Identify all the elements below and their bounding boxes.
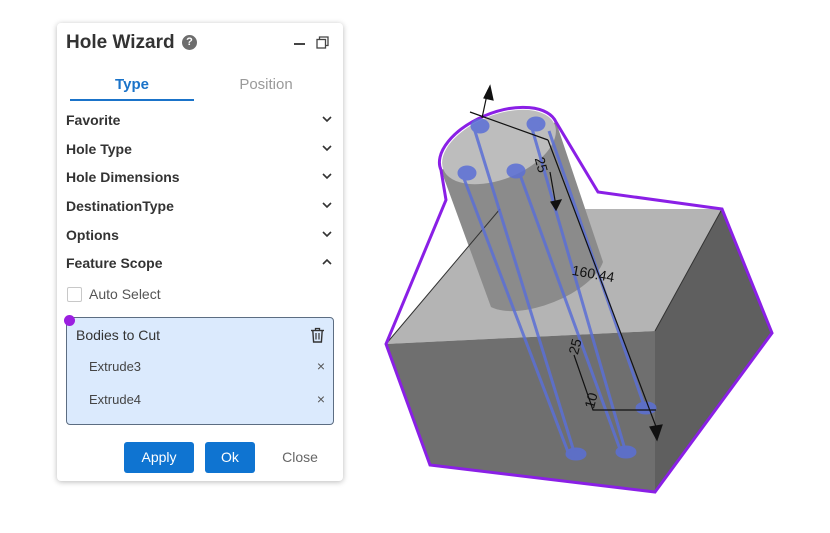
chevron-down-icon: [322, 202, 332, 209]
section-hole-dimensions[interactable]: Hole Dimensions: [66, 167, 336, 189]
trash-icon[interactable]: [310, 327, 325, 343]
section-label: DestinationType: [66, 198, 174, 214]
chevron-down-icon: [322, 173, 332, 180]
section-destination-type[interactable]: DestinationType: [66, 196, 336, 218]
tab-bar: Type Position: [70, 73, 332, 101]
chevron-down-icon: [322, 145, 332, 152]
remove-icon[interactable]: ×: [317, 358, 325, 374]
auto-select-checkbox[interactable]: [67, 287, 82, 302]
minimize-icon[interactable]: [294, 43, 305, 45]
section-label: Feature Scope: [66, 255, 163, 271]
hole-wizard-panel: Hole Wizard ? Type Position Favorite Hol…: [57, 23, 343, 481]
section-favorite[interactable]: Favorite: [66, 110, 336, 132]
ok-button[interactable]: Ok: [205, 442, 255, 473]
section-hole-type[interactable]: Hole Type: [66, 139, 336, 161]
section-options[interactable]: Options: [66, 225, 336, 247]
help-icon[interactable]: ?: [182, 35, 197, 50]
section-label: Options: [66, 227, 119, 243]
remove-icon[interactable]: ×: [317, 391, 325, 407]
tab-position[interactable]: Position: [204, 73, 328, 99]
section-label: Hole Type: [66, 141, 132, 157]
restore-icon[interactable]: [316, 36, 329, 49]
panel-title: Hole Wizard: [66, 32, 175, 53]
chevron-down-icon: [322, 116, 332, 123]
bodies-to-cut-box[interactable]: Bodies to Cut Extrude3 × Extrude4 ×: [64, 315, 334, 425]
tab-type[interactable]: Type: [70, 73, 194, 101]
section-label: Hole Dimensions: [66, 169, 180, 185]
3d-viewport[interactable]: 25 160.44 25 10: [370, 80, 790, 510]
bodies-to-cut-title: Bodies to Cut: [76, 327, 161, 343]
auto-select-row[interactable]: Auto Select: [67, 285, 267, 305]
section-feature-scope[interactable]: Feature Scope: [66, 253, 336, 275]
auto-select-label: Auto Select: [89, 286, 161, 302]
body-item-extrude3[interactable]: Extrude3 ×: [89, 357, 325, 379]
section-label: Favorite: [66, 112, 121, 128]
selection-indicator: [64, 315, 75, 326]
body-item-extrude4[interactable]: Extrude4 ×: [89, 390, 325, 412]
body-item-name: Extrude4: [89, 392, 142, 407]
chevron-up-icon: [322, 258, 332, 265]
body-item-name: Extrude3: [89, 359, 142, 374]
apply-button[interactable]: Apply: [124, 442, 194, 473]
close-button[interactable]: Close: [271, 442, 329, 473]
chevron-down-icon: [322, 231, 332, 238]
